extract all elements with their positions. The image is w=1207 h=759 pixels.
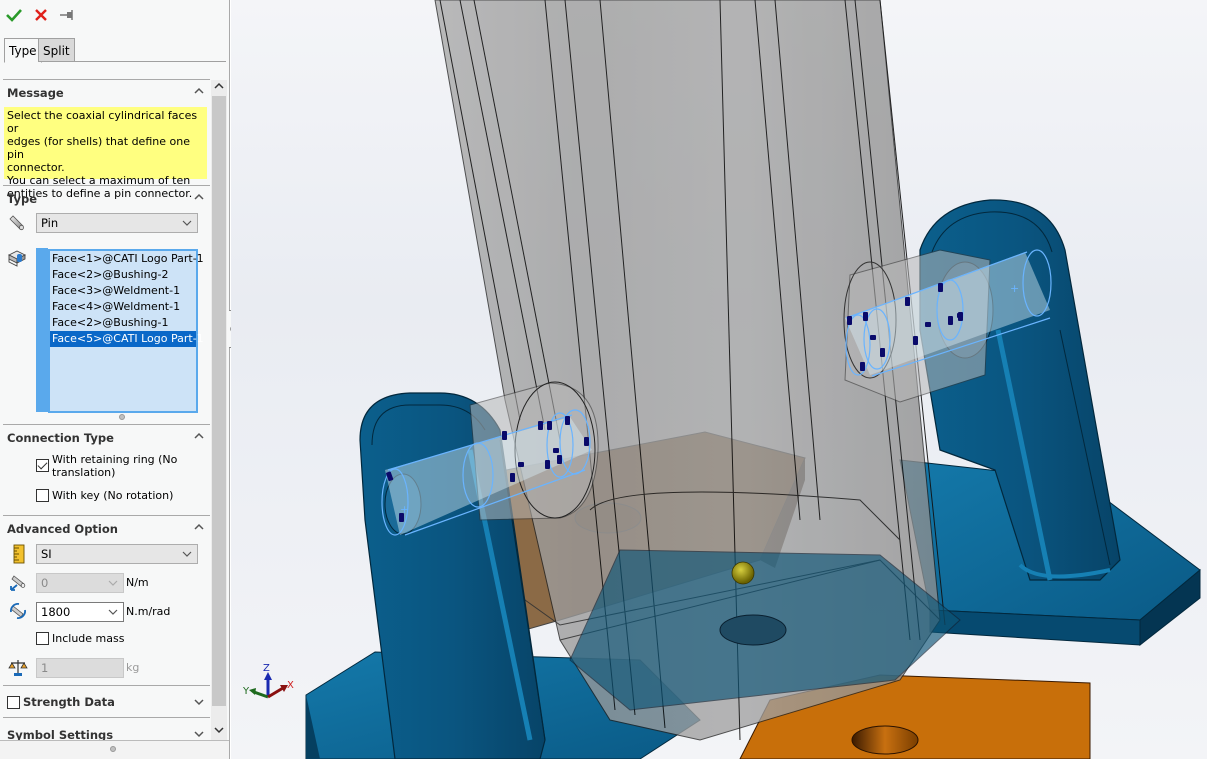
key-checkbox[interactable] (36, 489, 49, 502)
scroll-down-arrow[interactable] (211, 724, 227, 740)
chevron-down-icon[interactable] (192, 695, 206, 709)
chevron-down-icon (182, 551, 192, 557)
axial-stiffness-input[interactable]: 0 (36, 573, 124, 593)
message-title: Message (7, 86, 64, 100)
reference-point-marker[interactable] (731, 561, 755, 585)
chevron-down-icon (214, 727, 224, 734)
graphics-viewport[interactable]: + + Z Y X (231, 0, 1207, 759)
list-resize-grip[interactable] (119, 414, 125, 420)
connection-type-title: Connection Type (7, 431, 114, 445)
rotational-stiffness-input[interactable]: 1800 (36, 602, 124, 622)
advanced-option-title: Advanced Option (7, 522, 118, 536)
chevron-up-icon[interactable] (192, 190, 206, 204)
message-text: Select the coaxial cylindrical faces or … (4, 107, 207, 200)
strength-data-checkbox[interactable] (7, 696, 20, 709)
chevron-up-icon[interactable] (192, 520, 206, 534)
connection-type-group: Connection Type With retaining ring (No … (3, 425, 210, 516)
property-manager-panel: Type Split Message Select the coaxial cy… (0, 0, 230, 759)
unit-system-value: SI (41, 547, 52, 561)
scrollbar-thumb[interactable] (212, 96, 226, 706)
chevron-down-icon (182, 220, 192, 226)
panel-resize-grip[interactable] (110, 746, 116, 752)
hole (851, 725, 919, 755)
property-manager-toolbar (0, 0, 229, 34)
coordinate-triad: Z Y X (242, 663, 294, 699)
key-label[interactable]: With key (No rotation) (52, 489, 173, 502)
axial-stiffness-value: 0 (41, 576, 49, 590)
pin-button[interactable] (57, 5, 77, 25)
connector-type-value: Pin (41, 216, 59, 230)
type-group: Type Pin Face<1>@CATI Logo Part-1 Face<2… (3, 186, 210, 425)
chevron-up-icon (214, 82, 224, 89)
panel-scrollbar[interactable] (211, 80, 227, 740)
panel-resize-bar[interactable] (0, 740, 229, 759)
cancel-button[interactable] (31, 5, 51, 25)
mass-value: 1 (41, 661, 49, 675)
selection-box-strip (36, 248, 48, 412)
selected-entity-item[interactable]: Face<2>@Bushing-2 (50, 267, 196, 283)
checkmark-icon (6, 9, 22, 22)
chevron-up-icon[interactable] (192, 429, 206, 443)
message-group: Message Select the coaxial cylindrical f… (3, 80, 210, 200)
strength-data-title: Strength Data (23, 695, 115, 709)
center-mark: + (1010, 282, 1019, 295)
message-line: Select the coaxial cylindrical faces or (7, 109, 198, 135)
property-groups: Message Select the coaxial cylindrical f… (3, 79, 210, 740)
axial-stiffness-icon (10, 575, 26, 591)
hole (719, 614, 787, 646)
tab-bar: Type Split (4, 38, 226, 63)
chevron-down-icon (108, 580, 118, 586)
ruler-units-icon (13, 544, 25, 564)
message-line: connector. (7, 161, 65, 174)
pin-connector-icon (9, 215, 24, 231)
triad-x-label: X (287, 680, 294, 691)
selected-entity-item[interactable]: Face<4>@Weldment-1 (50, 299, 196, 315)
triad-y-label: Y (242, 686, 250, 697)
tab-type[interactable]: Type (4, 38, 42, 63)
advanced-option-group: Advanced Option SI 0 N/m 1800 N.m/rad In… (3, 516, 210, 686)
triad-z-label: Z (263, 663, 270, 674)
strength-data-group: Strength Data (3, 686, 210, 718)
symbol-settings-group: Symbol Settings (3, 718, 210, 740)
selected-entity-item[interactable]: Face<1>@CATI Logo Part-1 (50, 251, 204, 267)
axial-stiffness-unit: N/m (126, 576, 149, 589)
selected-entity-item[interactable]: Face<5>@CATI Logo Part-1 (50, 331, 204, 347)
selected-entity-item[interactable]: Face<3>@Weldment-1 (50, 283, 196, 299)
close-icon (35, 9, 47, 21)
retaining-ring-checkbox[interactable] (36, 459, 49, 472)
mass-input[interactable]: 1 (36, 658, 124, 678)
rotational-stiffness-icon (10, 603, 26, 619)
retaining-ring-label-line: translation) (52, 466, 116, 479)
mass-unit: kg (126, 661, 140, 674)
connector-type-dropdown[interactable]: Pin (36, 213, 198, 233)
chevron-down-icon (108, 609, 118, 615)
scroll-up-arrow[interactable] (211, 80, 227, 96)
include-mass-label[interactable]: Include mass (52, 632, 124, 645)
type-title: Type (7, 192, 38, 206)
include-mass-checkbox[interactable] (36, 632, 49, 645)
selected-entity-item[interactable]: Face<2>@Bushing-1 (50, 315, 196, 331)
unit-system-dropdown[interactable]: SI (36, 544, 198, 564)
pushpin-icon (60, 10, 73, 20)
retaining-ring-label-line: With retaining ring (No (52, 453, 178, 466)
ok-button[interactable] (4, 5, 24, 25)
chevron-down-icon[interactable] (192, 727, 206, 740)
mass-balance-icon (8, 660, 28, 676)
symbol-settings-title: Symbol Settings (7, 728, 114, 740)
retaining-ring-label[interactable]: With retaining ring (No translation) (52, 453, 177, 479)
selected-entities-list[interactable]: Face<1>@CATI Logo Part-1 Face<2>@Bushing… (48, 249, 204, 413)
rotational-stiffness-value: 1800 (41, 605, 71, 619)
message-line: edges (for shells) that define one pin (7, 135, 190, 161)
chevron-up-icon[interactable] (192, 84, 206, 98)
rotational-stiffness-unit: N.m/rad (126, 605, 171, 618)
faces-selection-icon (7, 250, 27, 267)
3d-model-scene[interactable]: + + Z Y X (231, 0, 1207, 759)
tab-split[interactable]: Split (38, 38, 75, 62)
